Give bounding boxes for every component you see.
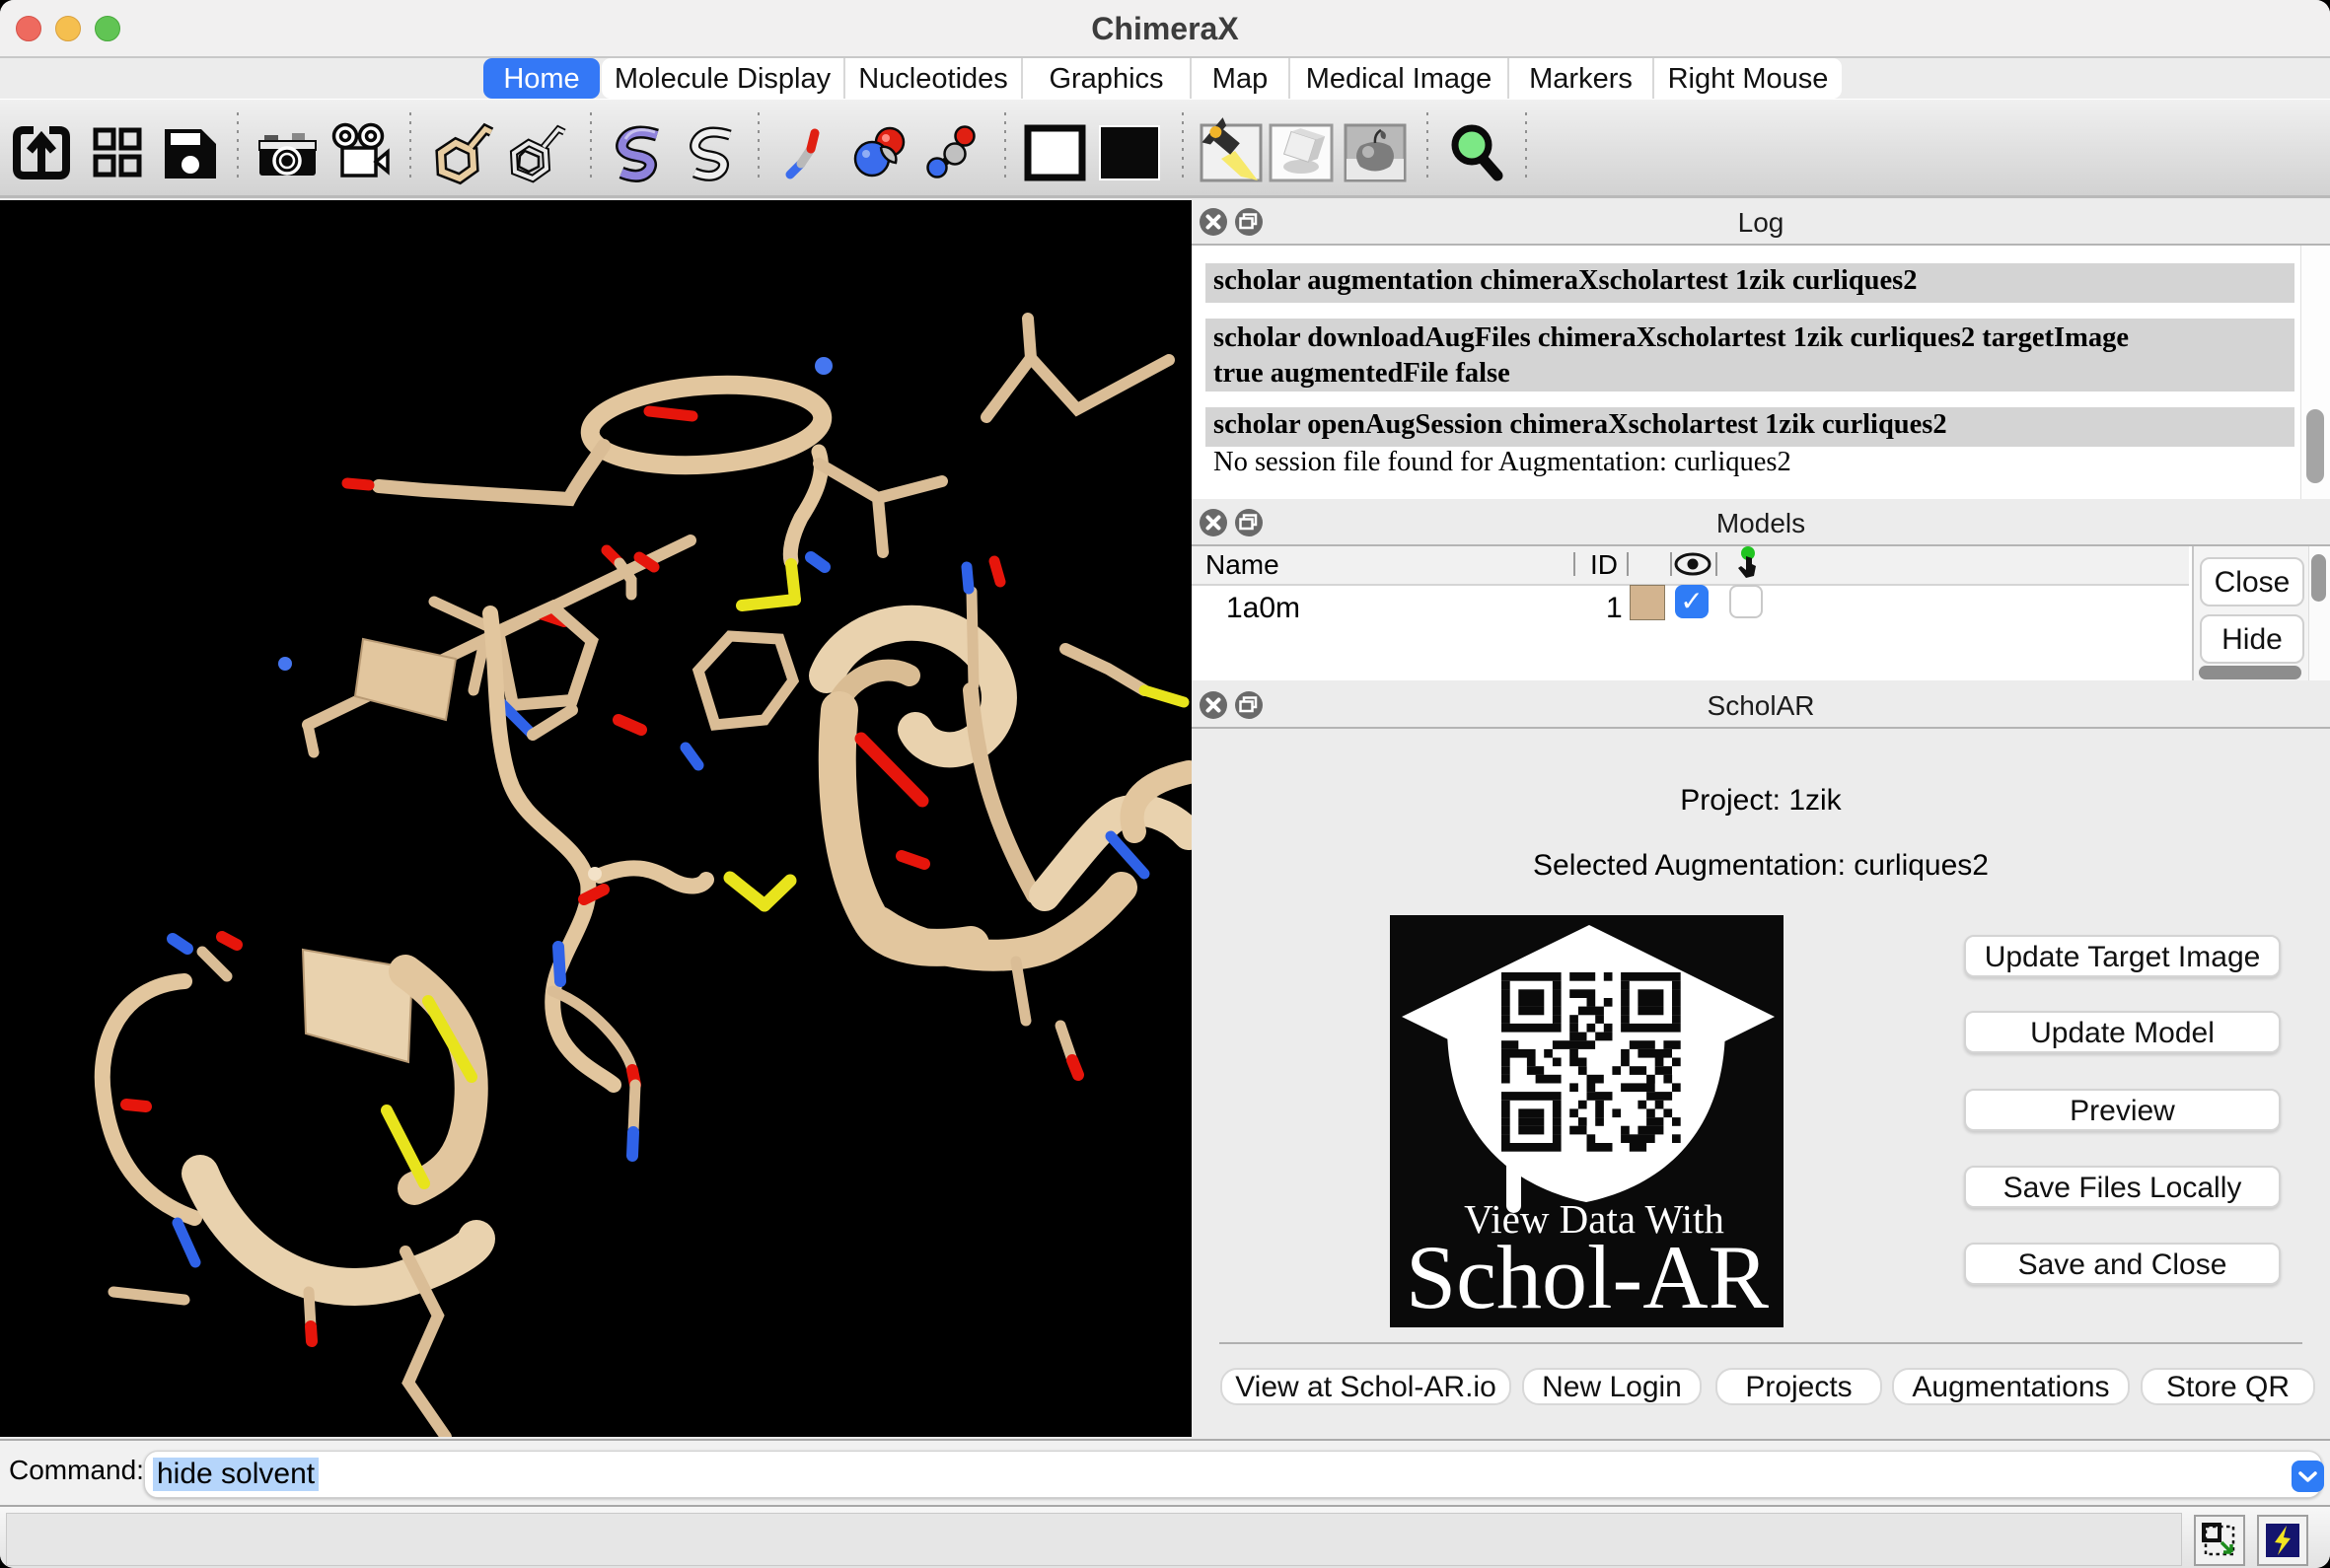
svg-text:Schol-AR: Schol-AR (1406, 1227, 1770, 1327)
